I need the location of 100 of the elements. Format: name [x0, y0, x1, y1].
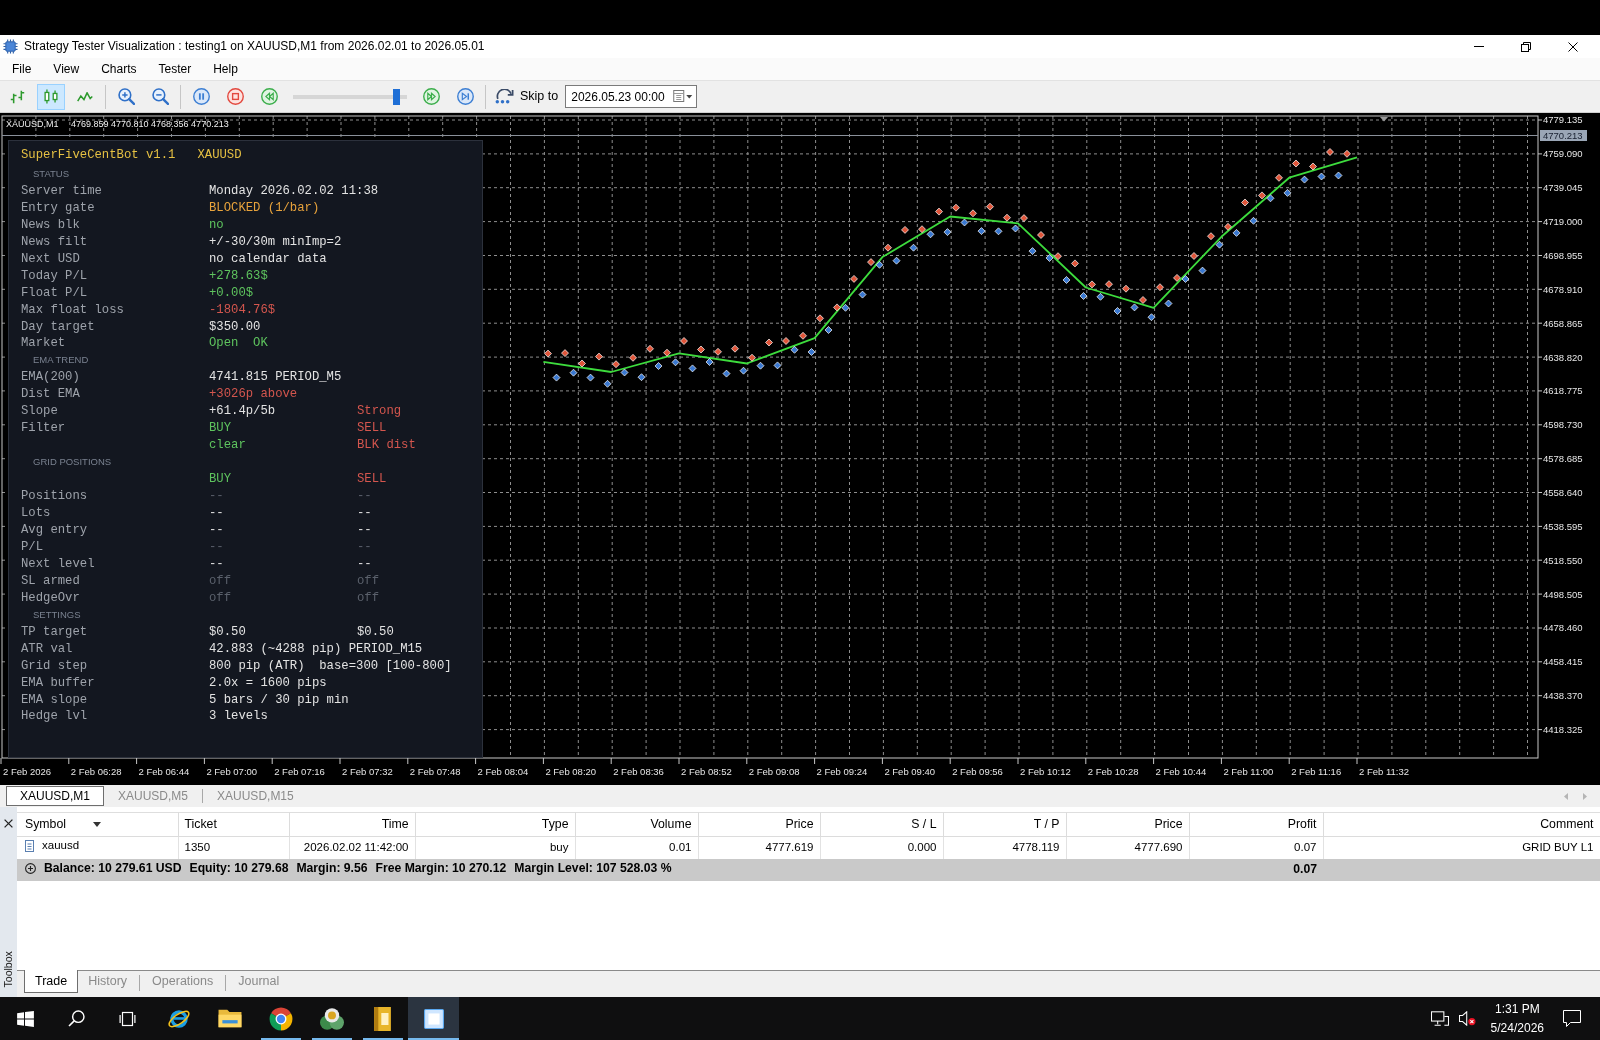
panel-title: Toolbox — [2, 950, 15, 988]
section-heading: STATUS — [33, 167, 70, 179]
table-cell: 0.000 — [907, 840, 937, 853]
row-value: $0.50 — [357, 624, 394, 639]
account-figure: Margin Level: 107 528.03 % — [514, 861, 672, 876]
time-axis-label: 2 Feb 10:44 — [1155, 766, 1207, 777]
task-view-icon[interactable] — [119, 1010, 136, 1027]
column-header[interactable]: Symbol — [25, 817, 66, 832]
search-icon[interactable] — [68, 1010, 85, 1027]
row-value: 2.0x = 1600 pips — [209, 675, 327, 690]
menu-item[interactable]: Tester — [147, 59, 203, 79]
menu-item[interactable]: View — [42, 59, 91, 79]
menu-item[interactable]: Help — [202, 59, 249, 79]
time-axis-label: 2 Feb 11:00 — [1223, 766, 1274, 777]
row-label: Day target — [21, 319, 95, 334]
skip-to-button[interactable]: Skip to — [492, 83, 562, 110]
column-header[interactable]: Profit — [1287, 817, 1317, 832]
table-cell: 0.07 — [1294, 840, 1317, 853]
zoom-out-icon[interactable] — [151, 88, 169, 105]
toolbox-tab[interactable]: Trade — [24, 970, 79, 993]
menu-item[interactable]: File — [1, 59, 43, 79]
row-value: SELL — [357, 472, 387, 487]
row-value: -- — [209, 506, 224, 520]
chart-symbol: XAUUSD,M1 — [6, 118, 59, 129]
row-value: +/-30/30m minImp=2 — [209, 234, 342, 249]
app-icon — [3, 39, 18, 54]
price-axis-label: 4638.820 — [1543, 351, 1583, 363]
start-icon[interactable] — [17, 1010, 34, 1027]
muted-speaker-icon[interactable] — [1458, 1011, 1476, 1026]
restore-icon[interactable] — [1520, 41, 1531, 52]
calendar-dropdown-icon[interactable] — [673, 90, 694, 102]
expand-icon[interactable] — [25, 863, 36, 875]
price-axis-label: 4498.505 — [1543, 588, 1583, 600]
section-heading: SETTINGS — [33, 608, 81, 620]
column-header[interactable]: Price — [785, 817, 814, 832]
clock-time[interactable]: 1:31 PM — [1494, 999, 1540, 1019]
time-axis-label: 2 Feb 09:08 — [748, 766, 800, 777]
folder-icon[interactable] — [217, 1009, 242, 1028]
row-label: Next level — [21, 556, 95, 571]
browser-icon[interactable] — [268, 1006, 293, 1031]
bot-symbol: XAUUSD — [197, 146, 242, 164]
row-label: HedgeOvr — [21, 590, 80, 605]
row-label: News blk — [21, 217, 80, 232]
column-header[interactable]: Price — [1154, 817, 1183, 832]
time-axis-label: 2 Feb 09:40 — [884, 766, 936, 777]
zoom-in-icon[interactable] — [117, 88, 135, 105]
network-icon[interactable] — [1430, 1011, 1449, 1026]
bar-chart-icon[interactable] — [9, 89, 25, 104]
time-axis-label: 2 Feb 11:16 — [1291, 766, 1342, 777]
row-label: Lots — [21, 506, 51, 520]
clock-date[interactable]: 5/24/2026 — [1490, 1018, 1544, 1038]
column-header[interactable]: Comment — [1540, 817, 1594, 832]
time-axis-label: 2 Feb 2026 — [3, 766, 52, 777]
window-title: Strategy Tester Visualization : testing1 on XAUUSD,M1 from 2026.02.01 to 2026.05.01 — [24, 39, 485, 54]
price-axis-label: 4658.865 — [1543, 317, 1583, 329]
row-label: Slope — [21, 404, 58, 419]
minimize-icon[interactable] — [1473, 46, 1484, 47]
price-axis-label: 4458.415 — [1543, 656, 1583, 668]
row-value: 3 levels — [209, 709, 268, 724]
skip-end-icon[interactable] — [456, 88, 474, 105]
line-chart-icon[interactable] — [77, 91, 93, 102]
column-header[interactable]: Time — [381, 817, 409, 832]
circle-cluster-icon[interactable] — [319, 1007, 344, 1030]
row-value: BUY — [209, 421, 232, 436]
stop-icon[interactable] — [226, 88, 244, 105]
row-label: Positions — [21, 489, 88, 504]
row-value: SELL — [357, 421, 387, 436]
chart-ohlc: 4769.859 4770.810 4768.356 4770.213 — [71, 118, 229, 129]
column-header[interactable]: Type — [541, 817, 569, 832]
row-value: -- — [357, 489, 372, 504]
price-axis-label: 4719.000 — [1543, 216, 1583, 227]
table-cell: GRID BUY L1 — [1522, 840, 1594, 853]
column-header[interactable]: Ticket — [184, 817, 217, 832]
row-value: -1804.76$ — [209, 302, 276, 317]
column-header[interactable]: T / P — [1033, 817, 1060, 832]
pause-icon[interactable] — [192, 88, 210, 105]
close-icon[interactable] — [1567, 41, 1578, 52]
column-header[interactable]: S / L — [911, 817, 937, 832]
row-label: Dist EMA — [21, 387, 80, 402]
menu-item[interactable]: Charts — [90, 59, 148, 79]
square-app-icon[interactable] — [423, 1008, 444, 1029]
curved-arrow-icon[interactable] — [495, 89, 514, 104]
account-figure: Equity: 10 279.68 — [189, 861, 289, 876]
chart-tab[interactable]: XAUUSD,M1 — [6, 786, 104, 806]
row-label: Server time — [21, 183, 102, 198]
row-value: off — [357, 590, 380, 605]
date-field[interactable]: 2026.05.23 00:00 — [565, 85, 698, 108]
candlestick-icon[interactable] — [44, 89, 58, 104]
row-label: ATR val — [21, 641, 73, 656]
section-heading: EMA TREND — [33, 354, 89, 366]
chart-mode-button[interactable] — [37, 83, 65, 110]
sort-caret-icon[interactable] — [93, 822, 101, 827]
taskbar-button[interactable] — [408, 997, 459, 1040]
table-cell: 4778.119 — [1012, 840, 1060, 853]
notification-icon[interactable] — [1563, 1010, 1581, 1027]
table-cell: 1350 — [184, 840, 211, 853]
close-icon[interactable] — [4, 819, 13, 828]
book-icon[interactable] — [374, 1006, 391, 1031]
account-figure: Balance: 10 279.61 USD — [44, 861, 182, 876]
slider-thumb[interactable] — [392, 88, 400, 105]
